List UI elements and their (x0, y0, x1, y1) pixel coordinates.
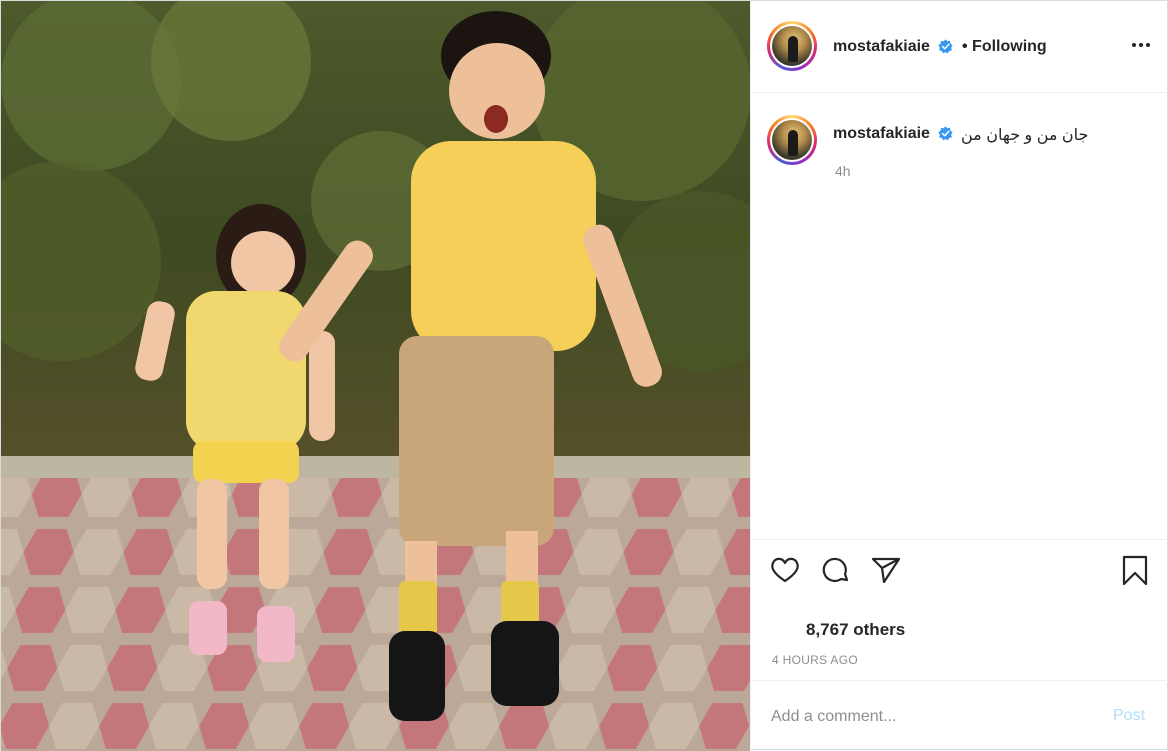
comment-input[interactable] (771, 703, 1091, 731)
caption-text: جان من و جهان من (961, 127, 1089, 144)
verified-badge-icon (938, 39, 953, 54)
author-username[interactable]: mostafakiaie (833, 38, 930, 56)
more-options-icon[interactable] (1129, 33, 1153, 57)
post-side-panel: mostafakiaie • Following mostafakiaie جا… (750, 1, 1168, 751)
post-photo[interactable] (1, 1, 750, 751)
photo-illustration (1, 1, 750, 751)
verified-badge-icon (938, 126, 953, 141)
bookmark-icon[interactable] (1119, 554, 1151, 586)
post-header: mostafakiaie • Following (751, 1, 1168, 93)
following-button[interactable]: • Following (962, 38, 1047, 56)
heart-icon[interactable] (769, 554, 801, 586)
action-bar (751, 539, 1168, 599)
paper-plane-icon[interactable] (870, 554, 902, 586)
caption-avatar[interactable] (767, 115, 817, 165)
instagram-post: mostafakiaie • Following mostafakiaie جا… (0, 0, 1168, 751)
likes-count[interactable]: 8,767 others (806, 620, 905, 640)
comment-bar: Post (751, 680, 1168, 751)
author-avatar[interactable] (767, 21, 817, 71)
caption-username[interactable]: mostafakiaie (833, 125, 930, 143)
caption-time[interactable]: 4h (835, 163, 851, 179)
comment-bubble-icon[interactable] (820, 554, 852, 586)
post-comment-button[interactable]: Post (1113, 707, 1145, 725)
post-timestamp[interactable]: 4 HOURS AGO (772, 653, 858, 667)
